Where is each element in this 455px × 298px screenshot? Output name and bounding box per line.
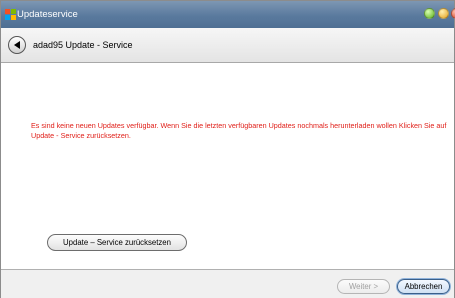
wizard-title: adad95 Update - Service [33, 40, 133, 50]
wizard-footer: Weiter > Abbrechen [1, 269, 454, 298]
minimize-button[interactable] [424, 8, 435, 19]
app-icon [5, 9, 16, 20]
close-button[interactable] [451, 8, 455, 19]
navigation-bar: adad95 Update - Service [1, 28, 454, 63]
window-title: Updateservice [17, 9, 78, 20]
maximize-button[interactable] [438, 8, 449, 19]
back-button[interactable] [8, 36, 26, 54]
wizard-content: Es sind keine neuen Updates verfügbar. W… [1, 63, 454, 269]
cancel-button[interactable]: Abbrechen [397, 279, 450, 294]
update-service-window: Updateservice adad95 Update - Service Es… [0, 0, 455, 298]
title-bar[interactable]: Updateservice [1, 1, 455, 28]
no-updates-message: Es sind keine neuen Updates verfügbar. W… [31, 121, 447, 140]
reset-service-button[interactable]: Update – Service zurücksetzen [47, 234, 187, 251]
back-arrow-icon [14, 41, 20, 49]
next-button[interactable]: Weiter > [337, 279, 390, 294]
